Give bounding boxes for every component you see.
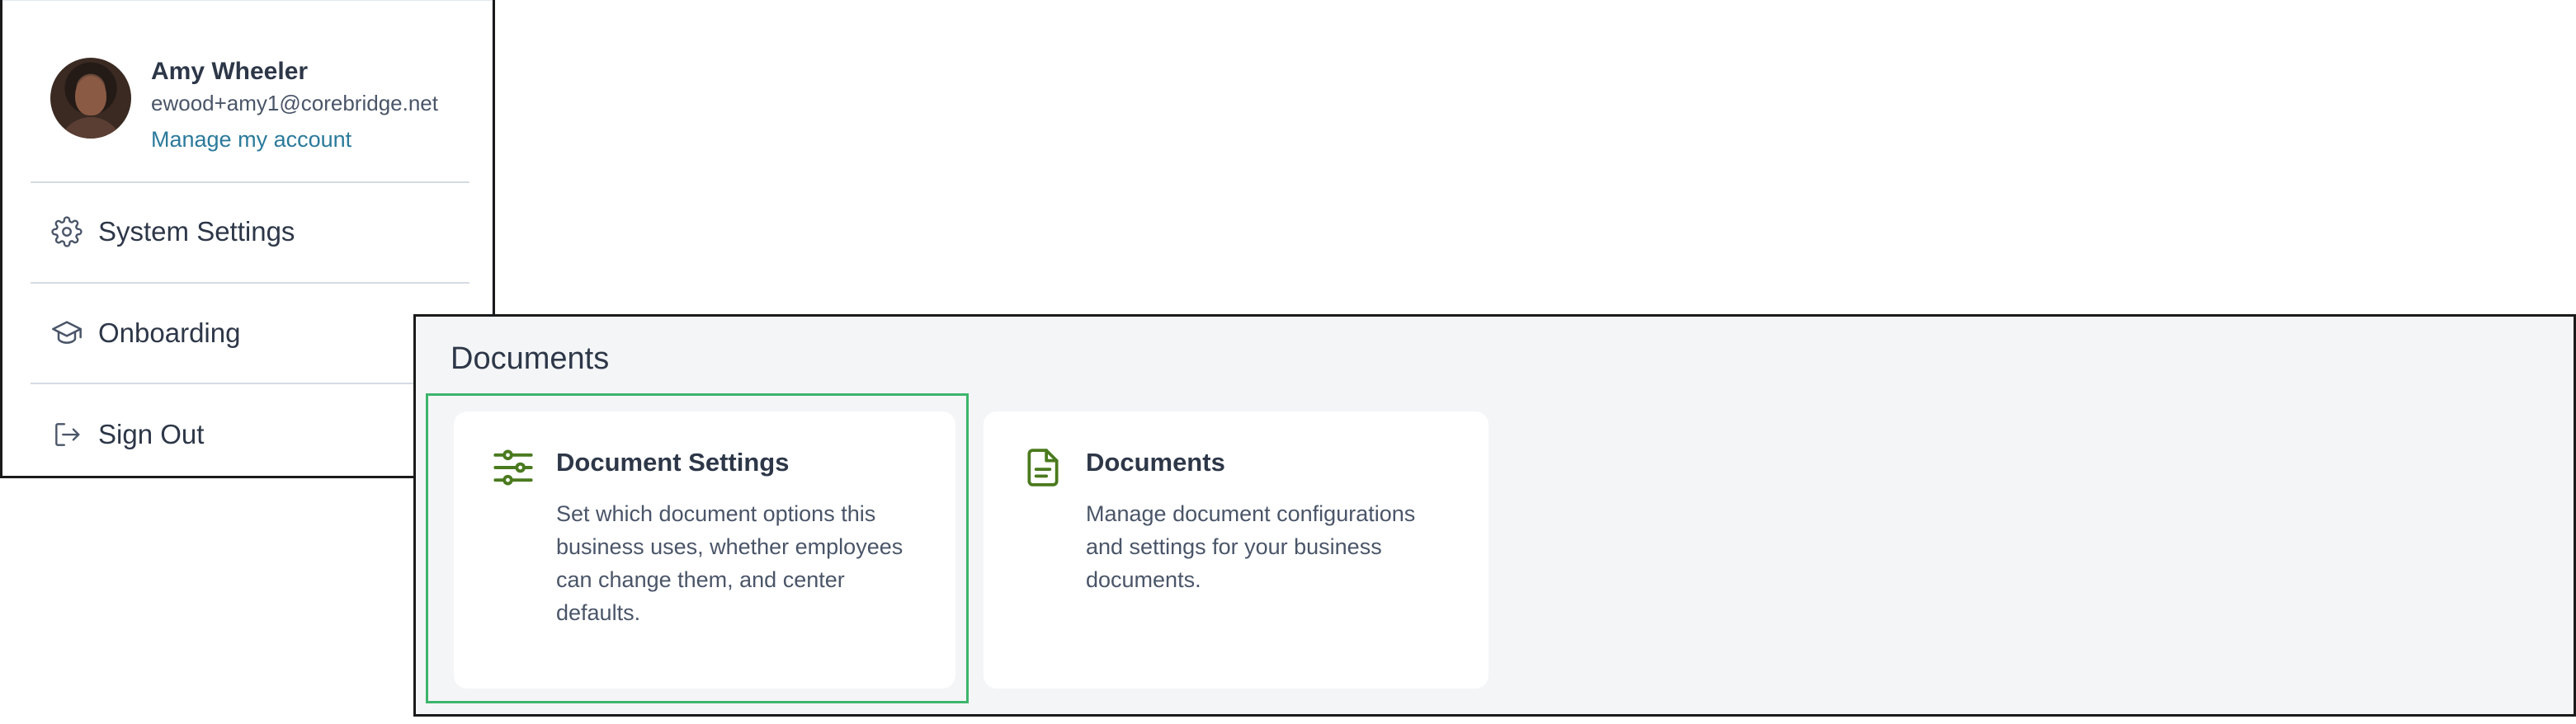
menu-item-onboarding[interactable]: Onboarding <box>50 308 463 358</box>
section-title: Documents <box>451 341 610 376</box>
manage-account-link[interactable]: Manage my account <box>151 127 351 153</box>
card-title: Document Settings <box>556 448 790 477</box>
avatar <box>50 58 131 139</box>
documents-card[interactable]: Documents Manage document configurations… <box>984 411 1489 689</box>
menu-item-system-settings[interactable]: System Settings <box>50 207 463 256</box>
graduation-cap-icon <box>50 317 83 350</box>
card-title: Documents <box>1086 448 1225 477</box>
menu-divider <box>31 181 469 183</box>
sliders-icon <box>490 444 536 491</box>
menu-divider <box>31 282 469 284</box>
menu-item-label: Onboarding <box>98 317 241 348</box>
sign-out-icon <box>50 418 83 451</box>
menu-item-label: System Settings <box>98 216 295 247</box>
menu-divider <box>31 383 469 384</box>
document-settings-card[interactable]: Document Settings Set which document opt… <box>454 411 955 689</box>
document-icon <box>1020 444 1066 491</box>
avatar-face <box>75 76 106 115</box>
gear-icon <box>50 215 83 248</box>
menu-item-sign-out[interactable]: Sign Out <box>50 410 463 459</box>
documents-section: Documents Document Settings Set which do… <box>413 314 2576 717</box>
user-profile: Amy Wheeler ewood+amy1@corebridge.net Ma… <box>50 58 479 157</box>
user-name: Amy Wheeler <box>151 58 309 85</box>
card-description: Manage document configurations and setti… <box>1086 501 1416 592</box>
user-email: ewood+amy1@corebridge.net <box>151 91 438 115</box>
menu-item-label: Sign Out <box>98 419 205 449</box>
card-description: Set which document options this business… <box>556 501 903 625</box>
avatar-shoulders <box>59 117 123 139</box>
